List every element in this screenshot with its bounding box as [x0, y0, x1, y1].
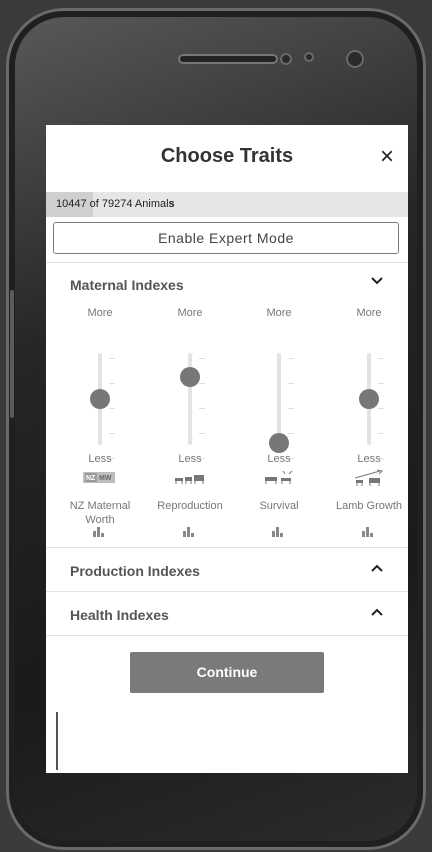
slider-tick: [288, 358, 294, 359]
sensor-dot: [280, 53, 292, 65]
side-button: [10, 290, 14, 418]
slider-tick: [378, 433, 384, 434]
slider-tick: [199, 358, 205, 359]
speaker-grille: [178, 54, 278, 64]
slider-tick: [109, 433, 115, 434]
slider-tick: [199, 433, 205, 434]
less-label: Less: [357, 453, 381, 465]
health-indexes-title: Health Indexes: [70, 607, 169, 623]
more-label: More: [356, 307, 382, 319]
less-label: Less: [267, 453, 291, 465]
slider-thumb[interactable]: [269, 433, 289, 453]
slider-thumb[interactable]: [90, 389, 110, 409]
front-camera: [346, 50, 364, 68]
maternal-indexes-title: Maternal Indexes: [70, 277, 184, 293]
continue-button[interactable]: Continue: [130, 652, 324, 693]
sheep-family-icon: [173, 469, 207, 485]
trait-slider-column: More Less Reproduction: [155, 307, 225, 547]
bar-chart-icon[interactable]: [272, 527, 286, 537]
close-icon[interactable]: ×: [380, 145, 394, 169]
mw-badge-text: MW: [99, 475, 112, 482]
more-label: More: [87, 307, 113, 319]
slider-tick: [109, 383, 115, 384]
lamb-survival-icon: [262, 469, 296, 485]
production-indexes-header[interactable]: Production Indexes: [46, 547, 408, 592]
slider-thumb[interactable]: [180, 367, 200, 387]
chevron-up-icon[interactable]: [370, 560, 384, 576]
slider-tick: [199, 408, 205, 409]
app-screen: Choose Traits × 10447 of 79274 Animals E…: [46, 125, 408, 773]
bar-chart-icon[interactable]: [93, 527, 107, 537]
trait-slider-column: More Less Survival: [244, 307, 314, 547]
trait-slider-column: More Less Lamb Growth: [334, 307, 404, 547]
trait-name: Reproduction: [157, 500, 223, 512]
slider-tick: [288, 383, 294, 384]
chevron-down-icon[interactable]: [370, 273, 384, 289]
trait-slider-column: More Less NZ MW NZ Maternal Worth: [65, 307, 135, 547]
slider-thumb[interactable]: [359, 389, 379, 409]
bar-chart-icon[interactable]: [362, 527, 376, 537]
slider-tick: [109, 358, 115, 359]
nz-badge-text: NZ: [86, 475, 96, 482]
animal-suffix: s: [168, 198, 175, 210]
lamb-growth-icon: [352, 469, 386, 486]
production-indexes-title: Production Indexes: [70, 563, 200, 579]
slider-tick: [378, 358, 384, 359]
slider-tick: [288, 433, 294, 434]
screen-edge: [56, 712, 58, 770]
trait-name: NZ Maternal Worth: [69, 500, 131, 526]
animal-count-text: 10447 of 79274 Animals: [56, 198, 175, 210]
trait-name: Survival: [259, 500, 299, 512]
more-label: More: [266, 307, 292, 319]
slider-tick: [378, 383, 384, 384]
animal-count-value: 10447: [56, 198, 87, 210]
slider-tick: [199, 383, 205, 384]
less-label: Less: [178, 453, 202, 465]
page-title: Choose Traits: [160, 145, 294, 167]
slider-track[interactable]: [277, 353, 281, 445]
slider-tick: [109, 408, 115, 409]
health-indexes-header[interactable]: Health Indexes: [46, 591, 408, 636]
animal-count-bar: 10447 of 79274 Animals: [46, 192, 408, 217]
animal-total-text: of 79274 Animal: [86, 198, 169, 210]
slider-tick: [288, 408, 294, 409]
maternal-indexes-header[interactable]: Maternal Indexes: [46, 262, 408, 313]
sensor-dot: [304, 52, 314, 62]
nz-mw-logo-icon: NZ MW: [83, 469, 117, 485]
less-label: Less: [88, 453, 112, 465]
enable-expert-mode-button[interactable]: Enable Expert Mode: [53, 222, 399, 254]
chevron-up-icon[interactable]: [370, 604, 384, 620]
trait-name: Lamb Growth: [335, 500, 403, 512]
bar-chart-icon[interactable]: [183, 527, 197, 537]
more-label: More: [177, 307, 203, 319]
slider-tick: [378, 408, 384, 409]
phone-frame: Choose Traits × 10447 of 79274 Animals E…: [6, 8, 426, 850]
